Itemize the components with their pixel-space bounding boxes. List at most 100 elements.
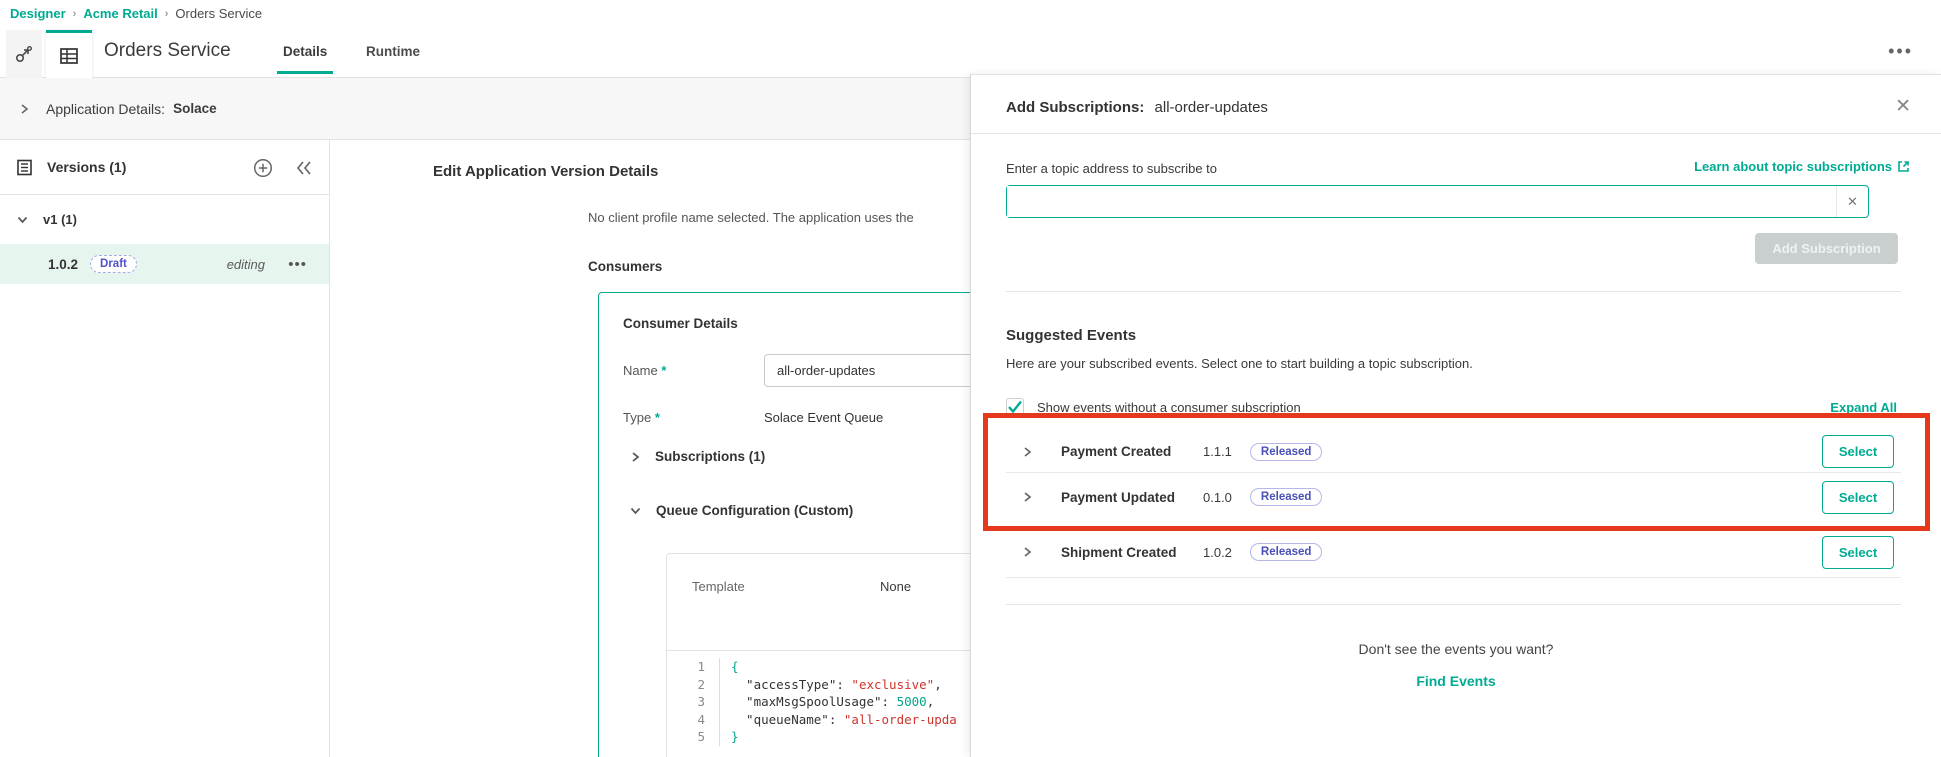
panel-subtitle: all-order-updates [1154, 99, 1268, 116]
line-number: 1 [667, 658, 720, 676]
add-version-icon[interactable] [253, 158, 273, 178]
list-view-icon [60, 47, 78, 64]
code-line: 3 "maxMsgSpoolUsage": 5000, [667, 693, 970, 711]
topic-address-input-wrap: ✕ [1006, 185, 1869, 218]
type-field-label: Type * [623, 410, 660, 425]
event-version: 1.0.2 [1203, 544, 1232, 560]
event-row-shipment-created[interactable]: Shipment Created 1.0.2 Released Select [1006, 527, 1901, 578]
code-text: } [731, 729, 739, 744]
checkmark-icon [1008, 400, 1022, 414]
version-more-options-icon[interactable]: ••• [288, 256, 307, 273]
queue-config-code-editor[interactable]: 1{2 "accessType": "exclusive", 3 "maxMsgS… [667, 650, 970, 757]
add-subscriptions-panel: Add Subscriptions: all-order-updates ✕ E… [970, 74, 1941, 757]
consumer-details-card: Consumer Details Name * Type * Solace Ev… [598, 292, 970, 757]
select-event-button[interactable]: Select [1822, 480, 1894, 514]
divider [1006, 604, 1901, 605]
line-number: 3 [667, 693, 720, 711]
event-version: 0.1.0 [1203, 489, 1232, 505]
event-name: Payment Updated [1061, 489, 1176, 505]
version-group-label: v1 (1) [43, 212, 77, 227]
breadcrumb-acme-retail[interactable]: Acme Retail [83, 6, 157, 21]
queue-config-section-toggle[interactable]: Queue Configuration (Custom) [629, 503, 853, 518]
add-subscription-button[interactable]: Add Subscription [1755, 233, 1898, 264]
learn-topic-subscriptions-link[interactable]: Learn about topic subscriptions [1694, 159, 1910, 174]
topic-address-input[interactable] [1007, 186, 1827, 217]
chevron-right-icon[interactable] [1021, 446, 1033, 458]
consumer-type-value: Solace Event Queue [764, 410, 884, 425]
event-row-payment-created[interactable]: Payment Created 1.1.1 Released Select [1006, 431, 1901, 473]
more-options-icon[interactable]: ••• [1888, 41, 1913, 62]
line-number: 5 [667, 728, 720, 746]
application-details-bar[interactable]: Application Details: Solace [0, 78, 970, 140]
close-icon[interactable]: ✕ [1895, 95, 1911, 118]
required-asterisk: * [661, 363, 667, 378]
event-name: Payment Created [1061, 444, 1172, 459]
page-header: Orders Service Details Runtime ••• [0, 27, 1941, 78]
edit-version-title: Edit Application Version Details [433, 163, 659, 180]
external-link-icon [1898, 161, 1909, 172]
chevron-right-icon: › [72, 7, 77, 20]
graph-view-icon [15, 46, 32, 63]
clear-input-icon[interactable]: ✕ [1836, 186, 1868, 217]
template-label: Template [692, 579, 745, 594]
editing-status: editing [226, 256, 265, 272]
divider [971, 133, 1941, 134]
list-view-toggle[interactable] [46, 30, 92, 78]
chevron-right-icon[interactable] [1021, 491, 1033, 503]
app-window: Designer › Acme Retail › Orders Service … [0, 0, 1941, 757]
queue-config-section-label: Queue Configuration (Custom) [656, 503, 854, 518]
line-number: 4 [667, 710, 720, 728]
chevron-right-icon: › [164, 7, 169, 20]
consumer-name-input[interactable] [764, 354, 970, 387]
collapse-panel-icon[interactable] [295, 160, 313, 176]
edit-version-panel: Edit Application Version Details No clie… [330, 140, 970, 757]
code-text: "maxMsgSpoolUsage": 5000, [731, 694, 935, 709]
consumer-details-title: Consumer Details [623, 316, 738, 331]
breadcrumb-current: Orders Service [175, 6, 263, 21]
versions-sidebar: Versions (1) v1 (1) 1.0.2 Draft editing … [0, 140, 330, 757]
versions-title: Versions (1) [47, 159, 127, 175]
draft-badge: Draft [90, 255, 137, 273]
application-details-label: Application Details: [46, 100, 166, 117]
event-name: Shipment Created [1061, 544, 1177, 560]
divider [1006, 291, 1901, 292]
template-value: None [880, 579, 912, 594]
find-events-link[interactable]: Find Events [971, 673, 1941, 689]
released-badge: Released [1249, 442, 1323, 461]
client-profile-notice: No client profile name selected. The app… [588, 210, 914, 225]
tab-details[interactable]: Details [276, 44, 334, 74]
version-row-selected[interactable]: 1.0.2 Draft editing ••• [0, 244, 329, 284]
code-text: { [731, 659, 739, 674]
graph-view-toggle[interactable] [6, 30, 42, 78]
subscriptions-section-label: Subscriptions (1) [655, 449, 766, 464]
chevron-right-icon[interactable] [1021, 546, 1033, 558]
queue-template-box: Template None ⋮ 1{2 "accessType": "exclu… [666, 553, 970, 757]
select-event-button[interactable]: Select [1822, 435, 1894, 468]
show-events-checkbox-label: Show events without a consumer subscript… [1037, 399, 1301, 415]
name-field-label: Name * [623, 363, 667, 378]
version-group-v1[interactable]: v1 (1) [0, 195, 329, 244]
application-details-value: Solace [173, 101, 217, 116]
subscriptions-section-toggle[interactable]: Subscriptions (1) [629, 449, 765, 464]
required-asterisk: * [654, 410, 660, 425]
breadcrumb: Designer › Acme Retail › Orders Service [10, 6, 262, 21]
versions-header: Versions (1) [0, 140, 329, 195]
panel-title: Add Subscriptions: [1006, 99, 1145, 116]
released-badge: Released [1249, 543, 1323, 561]
event-row-payment-updated[interactable]: Payment Updated 0.1.0 Released Select [1006, 473, 1901, 521]
code-line: 5} [667, 728, 970, 746]
suggested-events-description: Here are your subscribed events. Select … [1006, 356, 1473, 371]
code-line: 1{ [667, 658, 970, 676]
select-event-button[interactable]: Select [1822, 535, 1894, 569]
chevron-down-icon [17, 216, 28, 224]
code-text: "accessType": "exclusive", [731, 676, 942, 692]
line-number: 2 [667, 675, 720, 693]
chevron-right-icon [632, 451, 640, 462]
topic-address-label: Enter a topic address to subscribe to [1006, 161, 1218, 176]
expand-all-link[interactable]: Expand All [1830, 400, 1897, 415]
code-line: 4 "queueName": "all-order-upda [667, 710, 970, 728]
tab-runtime[interactable]: Runtime [366, 44, 420, 59]
show-events-checkbox[interactable] [1006, 398, 1024, 416]
breadcrumb-designer[interactable]: Designer [10, 6, 66, 21]
version-number: 1.0.2 [48, 256, 79, 272]
